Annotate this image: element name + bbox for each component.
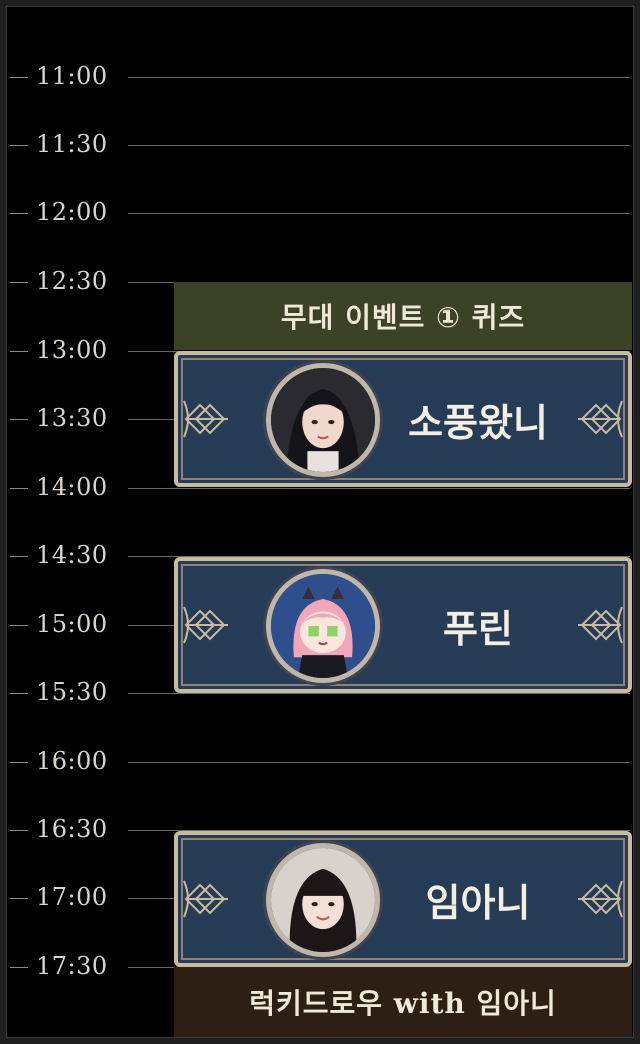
quiz-event-label: 무대 이벤트 ① 퀴즈 [280, 301, 526, 334]
ornament-icon [578, 606, 623, 644]
time-label: 17:00 [36, 883, 108, 911]
time-tick [10, 488, 28, 489]
time-label: 17:30 [36, 952, 108, 980]
ornament-icon [183, 400, 228, 438]
portrait-woman-bangs-icon [271, 848, 375, 952]
time-label: 14:30 [36, 541, 108, 569]
avatar [266, 843, 380, 957]
streamer-name: 임아니 [425, 880, 531, 925]
time-label: 15:00 [36, 610, 108, 638]
portrait-woman-dark-hair-icon [271, 368, 375, 472]
time-label: 12:30 [36, 267, 108, 295]
time-label: 13:00 [36, 336, 108, 364]
grid-line [128, 762, 630, 763]
time-label: 13:30 [36, 404, 108, 432]
ornament-icon [578, 880, 623, 918]
time-label: 15:30 [36, 678, 108, 706]
time-label: 14:00 [36, 473, 108, 501]
time-tick [10, 693, 28, 694]
grid-line [128, 488, 630, 489]
time-tick [10, 213, 28, 214]
time-label: 11:00 [36, 62, 108, 90]
lucky-draw-banner[interactable]: 럭키드로우 with 임아니 [174, 966, 632, 1038]
streamer-name: 소풍왔니 [408, 400, 548, 445]
time-tick [10, 77, 28, 78]
grid-line [128, 77, 630, 78]
time-tick [10, 145, 28, 146]
streamer-name: 푸린 [443, 606, 513, 651]
grid-line [128, 213, 630, 214]
time-label: 16:00 [36, 747, 108, 775]
ornament-icon [578, 400, 623, 438]
time-tick [10, 830, 28, 831]
grid-line [128, 693, 630, 694]
time-label: 12:00 [36, 198, 108, 226]
ornament-icon [183, 880, 228, 918]
time-tick [10, 625, 28, 626]
time-tick [10, 419, 28, 420]
time-tick [10, 351, 28, 352]
event-card-sopung[interactable]: 소풍왔니 [174, 351, 632, 487]
lucky-draw-label: 럭키드로우 with 임아니 [249, 987, 557, 1020]
time-tick [10, 762, 28, 763]
grid-line [128, 145, 630, 146]
event-card-imani[interactable]: 임아니 [174, 831, 632, 967]
event-card-purin[interactable]: 푸린 [174, 557, 632, 693]
avatar [266, 363, 380, 477]
ornament-icon [183, 606, 228, 644]
avatar [266, 569, 380, 683]
anime-character-pink-hair-icon [271, 574, 375, 678]
time-label: 16:30 [36, 815, 108, 843]
time-label: 11:30 [36, 130, 108, 158]
time-tick [10, 282, 28, 283]
time-tick [10, 898, 28, 899]
time-tick [10, 967, 28, 968]
time-tick [10, 556, 28, 557]
quiz-event-banner[interactable]: 무대 이벤트 ① 퀴즈 [174, 282, 632, 350]
